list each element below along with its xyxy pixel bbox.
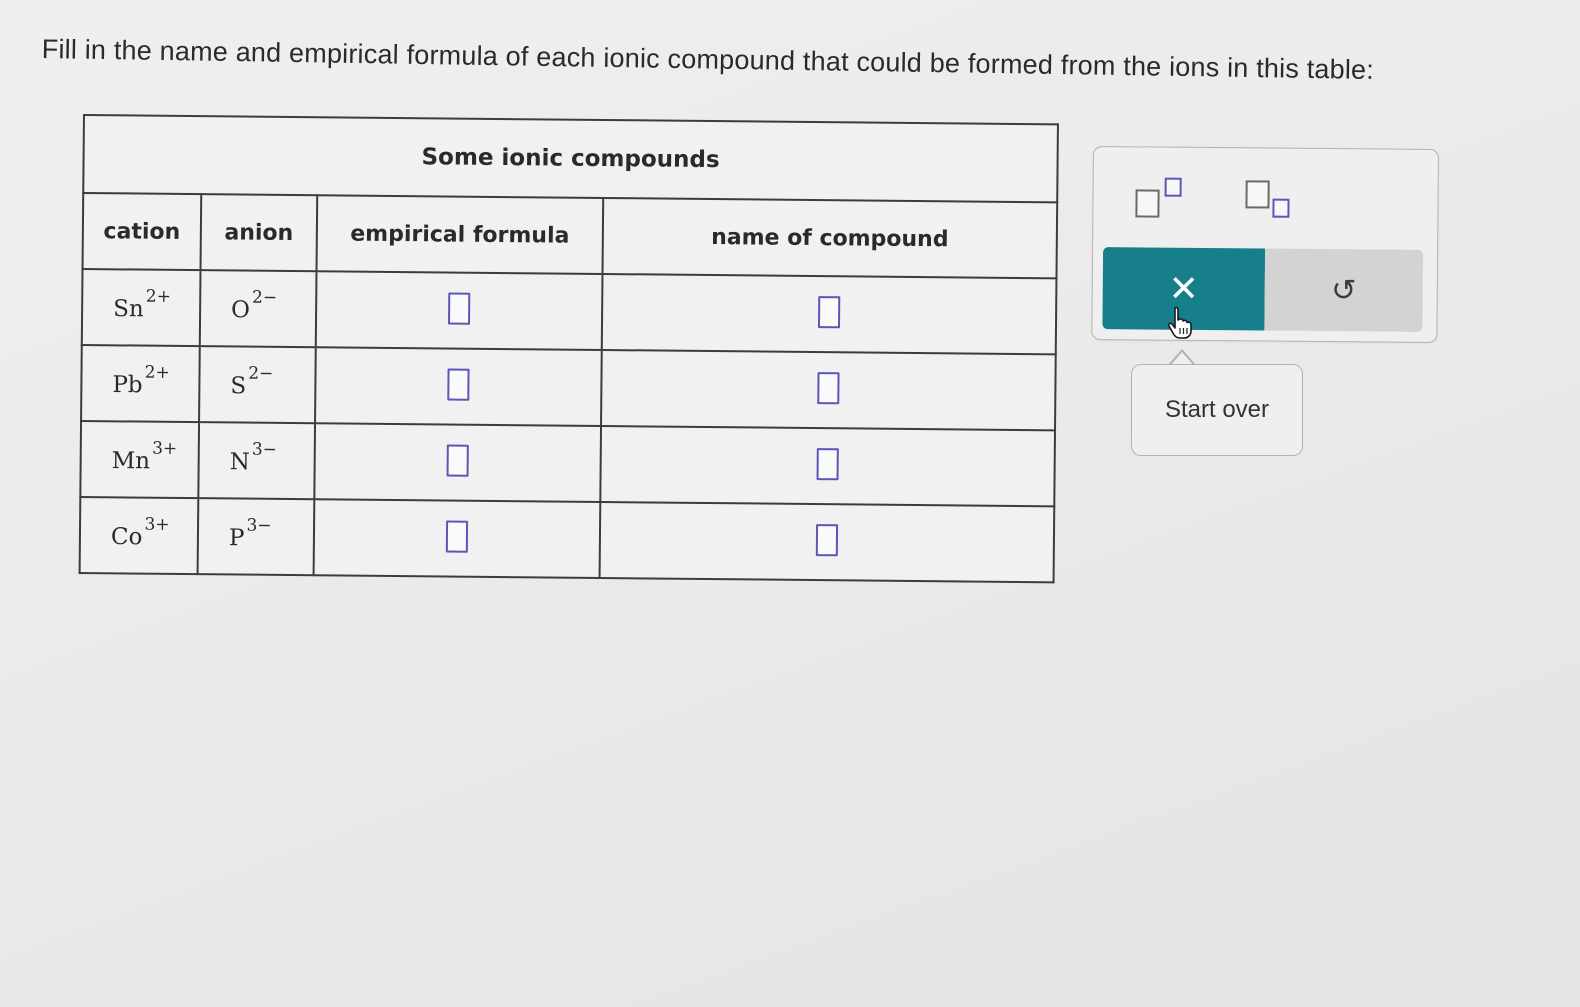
anion-cell: O 2−: [199, 270, 317, 348]
cation-charge: 3+: [144, 514, 170, 536]
action-buttons: ✕ ↺: [1102, 247, 1424, 332]
cation-cell: Pb 2+: [81, 344, 200, 423]
undo-icon: ↺: [1331, 272, 1357, 308]
instruction-text: Fill in the name and empirical formula o…: [41, 34, 1375, 85]
start-over-tooltip: Start over: [1131, 364, 1303, 456]
anion-symbol: P: [228, 525, 245, 552]
hand-pointer-icon: [1167, 306, 1192, 339]
cation-cell: Co 3+: [79, 496, 199, 575]
anion-symbol: O: [230, 297, 251, 324]
superscript-icon[interactable]: [1135, 175, 1185, 218]
empirical-formula-input[interactable]: [447, 368, 470, 401]
empirical-formula-input[interactable]: [446, 444, 469, 477]
anion-cell: S 2−: [199, 346, 316, 424]
header-cation: cation: [82, 193, 202, 271]
undo-button[interactable]: ↺: [1264, 248, 1424, 332]
anion-symbol: N: [229, 449, 250, 476]
anion-cell: P 3−: [197, 498, 315, 576]
cation-symbol: Sn: [113, 296, 144, 323]
cation-cell: Sn 2+: [81, 269, 201, 347]
header-empirical-formula: empirical formula: [316, 195, 604, 274]
ionic-compounds-table-wrap: Some ionic compounds cation anion empiri…: [78, 114, 1059, 584]
input-tools-panel: ✕ ↺: [1091, 146, 1439, 344]
anion-symbol: S: [230, 373, 247, 400]
table-row: Mn 3+ N 3−: [80, 420, 1056, 507]
anion-charge: 2−: [248, 363, 274, 385]
formula-cell: [315, 347, 602, 426]
table-caption: Some ionic compounds: [83, 115, 1058, 203]
table-row: Sn 2+ O 2−: [81, 269, 1057, 355]
cation-charge: 2+: [145, 286, 171, 308]
cation-charge: 2+: [144, 362, 170, 384]
cation-symbol: Co: [110, 524, 143, 551]
compound-name-input[interactable]: [815, 524, 839, 557]
superscript-exponent-box: [1164, 177, 1182, 197]
tooltip-text: Start over: [1164, 396, 1270, 423]
name-cell: [600, 425, 1056, 507]
subscript-icon[interactable]: [1245, 176, 1295, 218]
anion-charge: 3−: [251, 439, 278, 461]
superscript-base-box: [1135, 189, 1160, 218]
anion-charge: 3−: [246, 515, 272, 537]
compound-name-input[interactable]: [817, 372, 840, 405]
table-row: Pb 2+ S 2−: [81, 344, 1056, 431]
cation-symbol: Mn: [111, 448, 151, 475]
close-icon: ✕: [1168, 268, 1200, 310]
name-cell: [601, 273, 1057, 355]
subscript-index-box: [1272, 198, 1290, 218]
header-name-of-compound: name of compound: [602, 197, 1058, 279]
formula-cell: [315, 271, 603, 350]
table-row: Co 3+ P 3−: [79, 496, 1055, 583]
subscript-base-box: [1245, 180, 1270, 209]
compound-name-input[interactable]: [817, 296, 841, 329]
header-anion: anion: [200, 194, 318, 272]
cation-symbol: Pb: [112, 372, 143, 399]
anion-cell: N 3−: [198, 422, 316, 500]
empirical-formula-input[interactable]: [445, 520, 469, 553]
ionic-compounds-table: Some ionic compounds cation anion empiri…: [78, 114, 1059, 584]
name-cell: [601, 349, 1056, 431]
formula-cell: [313, 499, 601, 578]
empirical-formula-input[interactable]: [447, 292, 471, 325]
cation-cell: Mn 3+: [80, 420, 200, 499]
name-cell: [599, 501, 1055, 583]
cation-charge: 3+: [152, 438, 178, 460]
anion-charge: 2−: [252, 287, 278, 309]
compound-name-input[interactable]: [816, 448, 839, 481]
formula-cell: [314, 423, 602, 502]
